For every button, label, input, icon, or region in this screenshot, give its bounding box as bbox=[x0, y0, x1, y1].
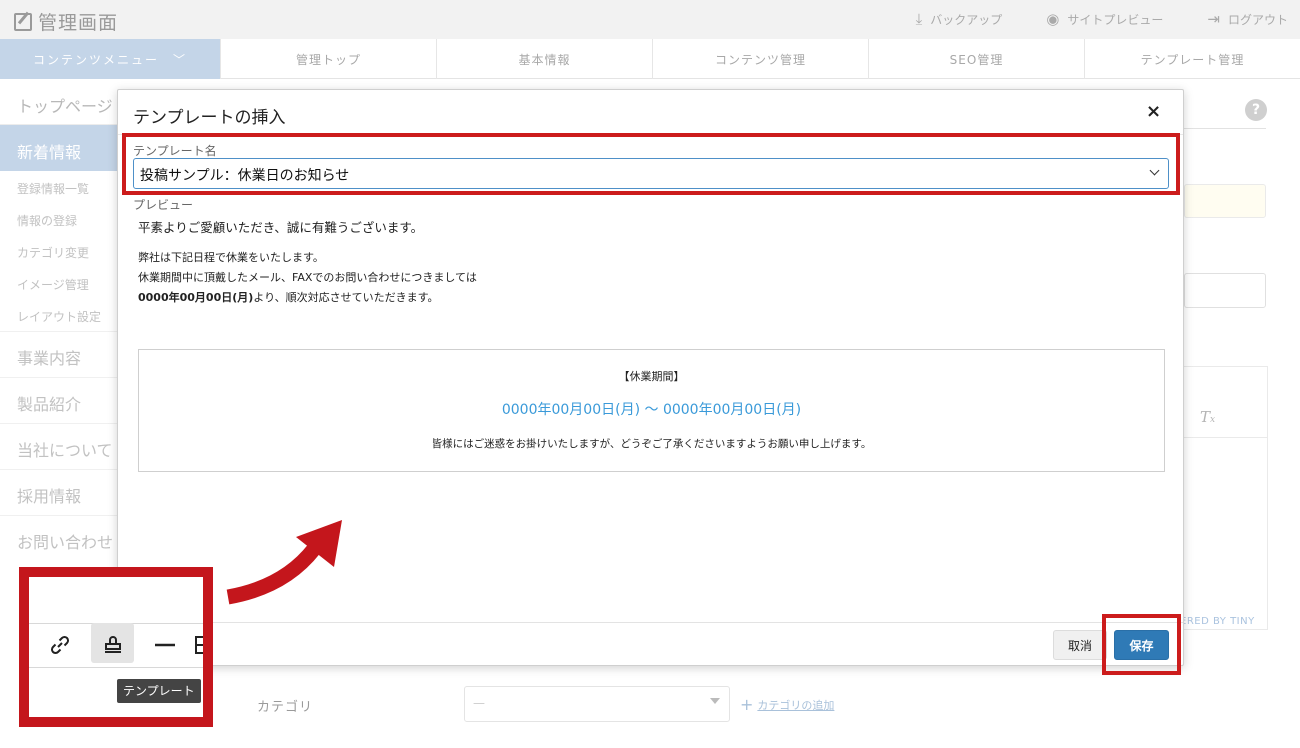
holiday-notice-box: 【休業期間】 0000年00月00日(月) 〜 0000年00月00日(月) 皆… bbox=[138, 349, 1165, 472]
sidebar-sub-item[interactable]: カテゴリ変更 bbox=[0, 235, 118, 267]
horizontal-line-button[interactable] bbox=[145, 625, 185, 665]
insert-template-button[interactable] bbox=[91, 623, 134, 663]
clear-format-icon[interactable]: Tx bbox=[1200, 408, 1215, 426]
sidebar-item[interactable]: お問い合わせ bbox=[0, 515, 118, 561]
table-icon bbox=[195, 636, 203, 654]
powered-by-link[interactable]: ERED BY TINY bbox=[1180, 616, 1255, 627]
sidebar-sub-item[interactable]: 登録情報一覧 bbox=[0, 171, 118, 203]
add-category-link[interactable]: + カテゴリの追加 bbox=[740, 695, 834, 714]
holiday-period-title: 【休業期間】 bbox=[618, 370, 685, 383]
dialog-title: テンプレートの挿入 bbox=[133, 108, 286, 128]
edit-icon bbox=[14, 12, 32, 31]
toolbar-zoom-callout: テンプレート bbox=[19, 567, 213, 727]
curved-arrow-icon bbox=[226, 520, 342, 605]
link-icon bbox=[50, 635, 70, 655]
top-links: ⤓ バックアップ ◉ サイトプレビュー ⇥ ログアウト bbox=[916, 10, 1288, 28]
help-icon[interactable]: ? bbox=[1245, 99, 1267, 121]
download-icon: ⤓ bbox=[915, 10, 923, 28]
template-tooltip: テンプレート bbox=[117, 679, 201, 703]
sidebar-item[interactable]: 採用情報 bbox=[0, 469, 118, 515]
nav-item-admin-top[interactable]: 管理トップ bbox=[220, 39, 436, 79]
sidebar-item-news[interactable]: 新着情報 bbox=[0, 125, 118, 171]
sidebar-item[interactable]: 当社について bbox=[0, 423, 118, 469]
editor-toolbar bbox=[1184, 400, 1268, 438]
stamp-icon bbox=[104, 636, 121, 653]
divider bbox=[29, 667, 203, 668]
nav-item-basic-info[interactable]: 基本情報 bbox=[436, 39, 652, 79]
nav-item-content[interactable]: コンテンツ管理 bbox=[652, 39, 868, 79]
backup-link[interactable]: ⤓ バックアップ bbox=[916, 10, 1003, 28]
apology-text: 皆様にはご迷惑をお掛けいたしますが、どうぞご了承くださいますようお願い申し上げま… bbox=[431, 438, 872, 450]
top-bar: 管理画面 ⤓ バックアップ ◉ サイトプレビュー ⇥ ログアウト bbox=[0, 0, 1300, 39]
plus-icon: + bbox=[740, 695, 754, 714]
main-nav: コンテンツメニュー ﹀ 管理トップ 基本情報 コンテンツ管理 SEO管理 テンプ… bbox=[0, 39, 1300, 79]
chevron-down-icon: ﹀ bbox=[173, 52, 188, 67]
link-button[interactable] bbox=[39, 625, 81, 665]
logo-text: 管理画面 bbox=[38, 12, 119, 34]
nav-item-template[interactable]: テンプレート管理 bbox=[1084, 39, 1300, 79]
sidebar-sub-item[interactable]: イメージ管理 bbox=[0, 267, 118, 299]
background-input[interactable] bbox=[1184, 273, 1266, 308]
sidebar-sub-item[interactable]: 情報の登録 bbox=[0, 203, 118, 235]
template-select-highlight bbox=[122, 133, 1180, 195]
cancel-button[interactable]: 取消 bbox=[1053, 630, 1107, 660]
preview-text: 弊社は下記日程で休業をいたします。 bbox=[138, 251, 324, 264]
close-icon[interactable]: × bbox=[1146, 101, 1161, 122]
content-menu-dropdown[interactable]: コンテンツメニュー ﹀ bbox=[0, 39, 220, 79]
logout-icon: ⇥ bbox=[1207, 10, 1220, 28]
table-button[interactable] bbox=[189, 625, 203, 665]
logout-link[interactable]: ⇥ ログアウト bbox=[1207, 10, 1288, 28]
holiday-period-dates: 0000年00月00日(月) 〜 0000年00月00日(月) bbox=[501, 402, 802, 418]
sidebar-page-title[interactable]: トップページ bbox=[0, 79, 118, 125]
horizontal-line-icon bbox=[155, 643, 175, 647]
nav-item-seo[interactable]: SEO管理 bbox=[868, 39, 1084, 79]
divider bbox=[1184, 128, 1266, 129]
preview-text: 休業期間中に頂戴したメール、FAXでのお問い合わせにつきましては bbox=[138, 271, 477, 284]
site-preview-link[interactable]: ◉ サイトプレビュー bbox=[1046, 10, 1163, 28]
logo: 管理画面 bbox=[14, 8, 118, 35]
sidebar-item[interactable]: 事業内容 bbox=[0, 331, 118, 377]
caret-down-icon bbox=[710, 698, 720, 704]
preview-text: 0000年00月00日(月)より、順次対応させていただきます。 bbox=[138, 291, 439, 304]
sidebar-sub-item[interactable]: レイアウト設定 bbox=[0, 299, 118, 331]
sidebar-item[interactable]: 製品紹介 bbox=[0, 377, 118, 423]
save-button-highlight bbox=[1102, 614, 1181, 675]
category-label: カテゴリ bbox=[257, 700, 314, 715]
divider bbox=[118, 622, 1183, 623]
background-input[interactable] bbox=[1184, 184, 1266, 218]
category-select[interactable]: — bbox=[464, 686, 730, 722]
preview-greeting: 平素よりご愛顧いただき、誠に有難うございます。 bbox=[138, 220, 424, 235]
eye-icon: ◉ bbox=[1046, 10, 1060, 28]
